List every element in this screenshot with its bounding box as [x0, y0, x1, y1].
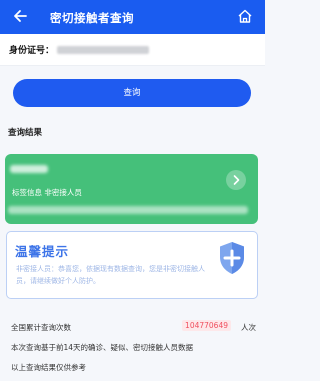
results-section-title: 查询结果 [8, 128, 43, 138]
query-count-value: 104770649 [182, 320, 231, 331]
tip-title: 温馨提示 [15, 244, 70, 259]
result-detail-button[interactable] [226, 170, 246, 190]
query-count-row: 全国累计查询次数 104770649 人次 [11, 320, 256, 334]
query-count-unit: 人次 [241, 323, 256, 332]
id-number-field[interactable] [57, 46, 149, 54]
blurred-details [8, 206, 248, 214]
back-arrow-icon[interactable] [12, 8, 28, 24]
blurred-name [10, 165, 48, 173]
tip-text: 非密接人员：恭喜您，依据现有数据查询，您是非密切接触人员，请继续做好个人防护。 [16, 265, 205, 285]
chevron-right-icon [233, 175, 240, 185]
disclaimer-note: 以上查询结果仅供参考 [11, 363, 86, 372]
tip-card: 温馨提示 非密接人员：恭喜您，依据现有数据查询，您是非密切接触人员，请继续做好个… [6, 231, 258, 299]
query-button[interactable]: 查询 [13, 79, 251, 107]
tag-info-text: 标签信息 非密接人员 [12, 188, 82, 197]
id-number-row: 身份证号： [0, 34, 265, 66]
id-number-label: 身份证号： [9, 46, 55, 56]
query-count-label: 全国累计查询次数 [11, 323, 71, 332]
shield-plus-icon [220, 242, 244, 274]
page-title: 密切接触者查询 [50, 11, 134, 25]
home-icon[interactable] [237, 8, 253, 24]
top-nav-bar: 密切接触者查询 [0, 0, 265, 34]
result-card[interactable]: 标签信息 非密接人员 [5, 154, 258, 224]
data-basis-note: 本次查询基于前14天的确诊、疑似、密切接触人员数据 [11, 343, 194, 352]
